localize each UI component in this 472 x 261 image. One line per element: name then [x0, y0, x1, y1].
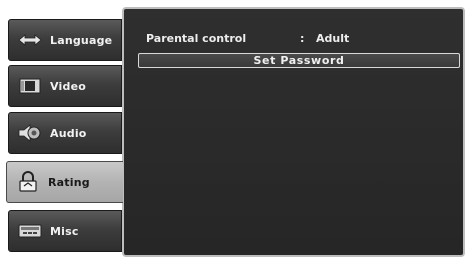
video-icon	[17, 75, 43, 97]
tab-misc-label: Misc	[50, 224, 79, 238]
parental-control-separator: :	[300, 31, 305, 45]
tab-language-label: Language	[50, 33, 113, 47]
set-password-button[interactable]: Set Password	[138, 53, 460, 68]
misc-icon	[17, 220, 43, 242]
rating-icon	[15, 171, 41, 193]
rating-settings-panel: Parental control : Adult Set Password	[122, 7, 465, 257]
tab-language[interactable]: Language	[8, 19, 122, 61]
audio-icon	[17, 122, 43, 144]
tab-audio[interactable]: Audio	[8, 112, 122, 154]
tab-video[interactable]: Video	[8, 65, 122, 107]
parental-control-value: Adult	[316, 31, 350, 45]
language-icon	[17, 29, 43, 51]
tab-rating-label: Rating	[48, 175, 90, 189]
parental-control-label: Parental control	[146, 31, 247, 45]
tab-rating[interactable]: Rating	[6, 161, 123, 203]
tab-misc[interactable]: Misc	[8, 210, 122, 252]
tab-video-label: Video	[50, 79, 86, 93]
setup-screen: Language Video Audio Rating Misc Parenta…	[0, 0, 472, 261]
tab-audio-label: Audio	[50, 126, 87, 140]
parental-control-row[interactable]: Parental control : Adult	[146, 31, 349, 45]
